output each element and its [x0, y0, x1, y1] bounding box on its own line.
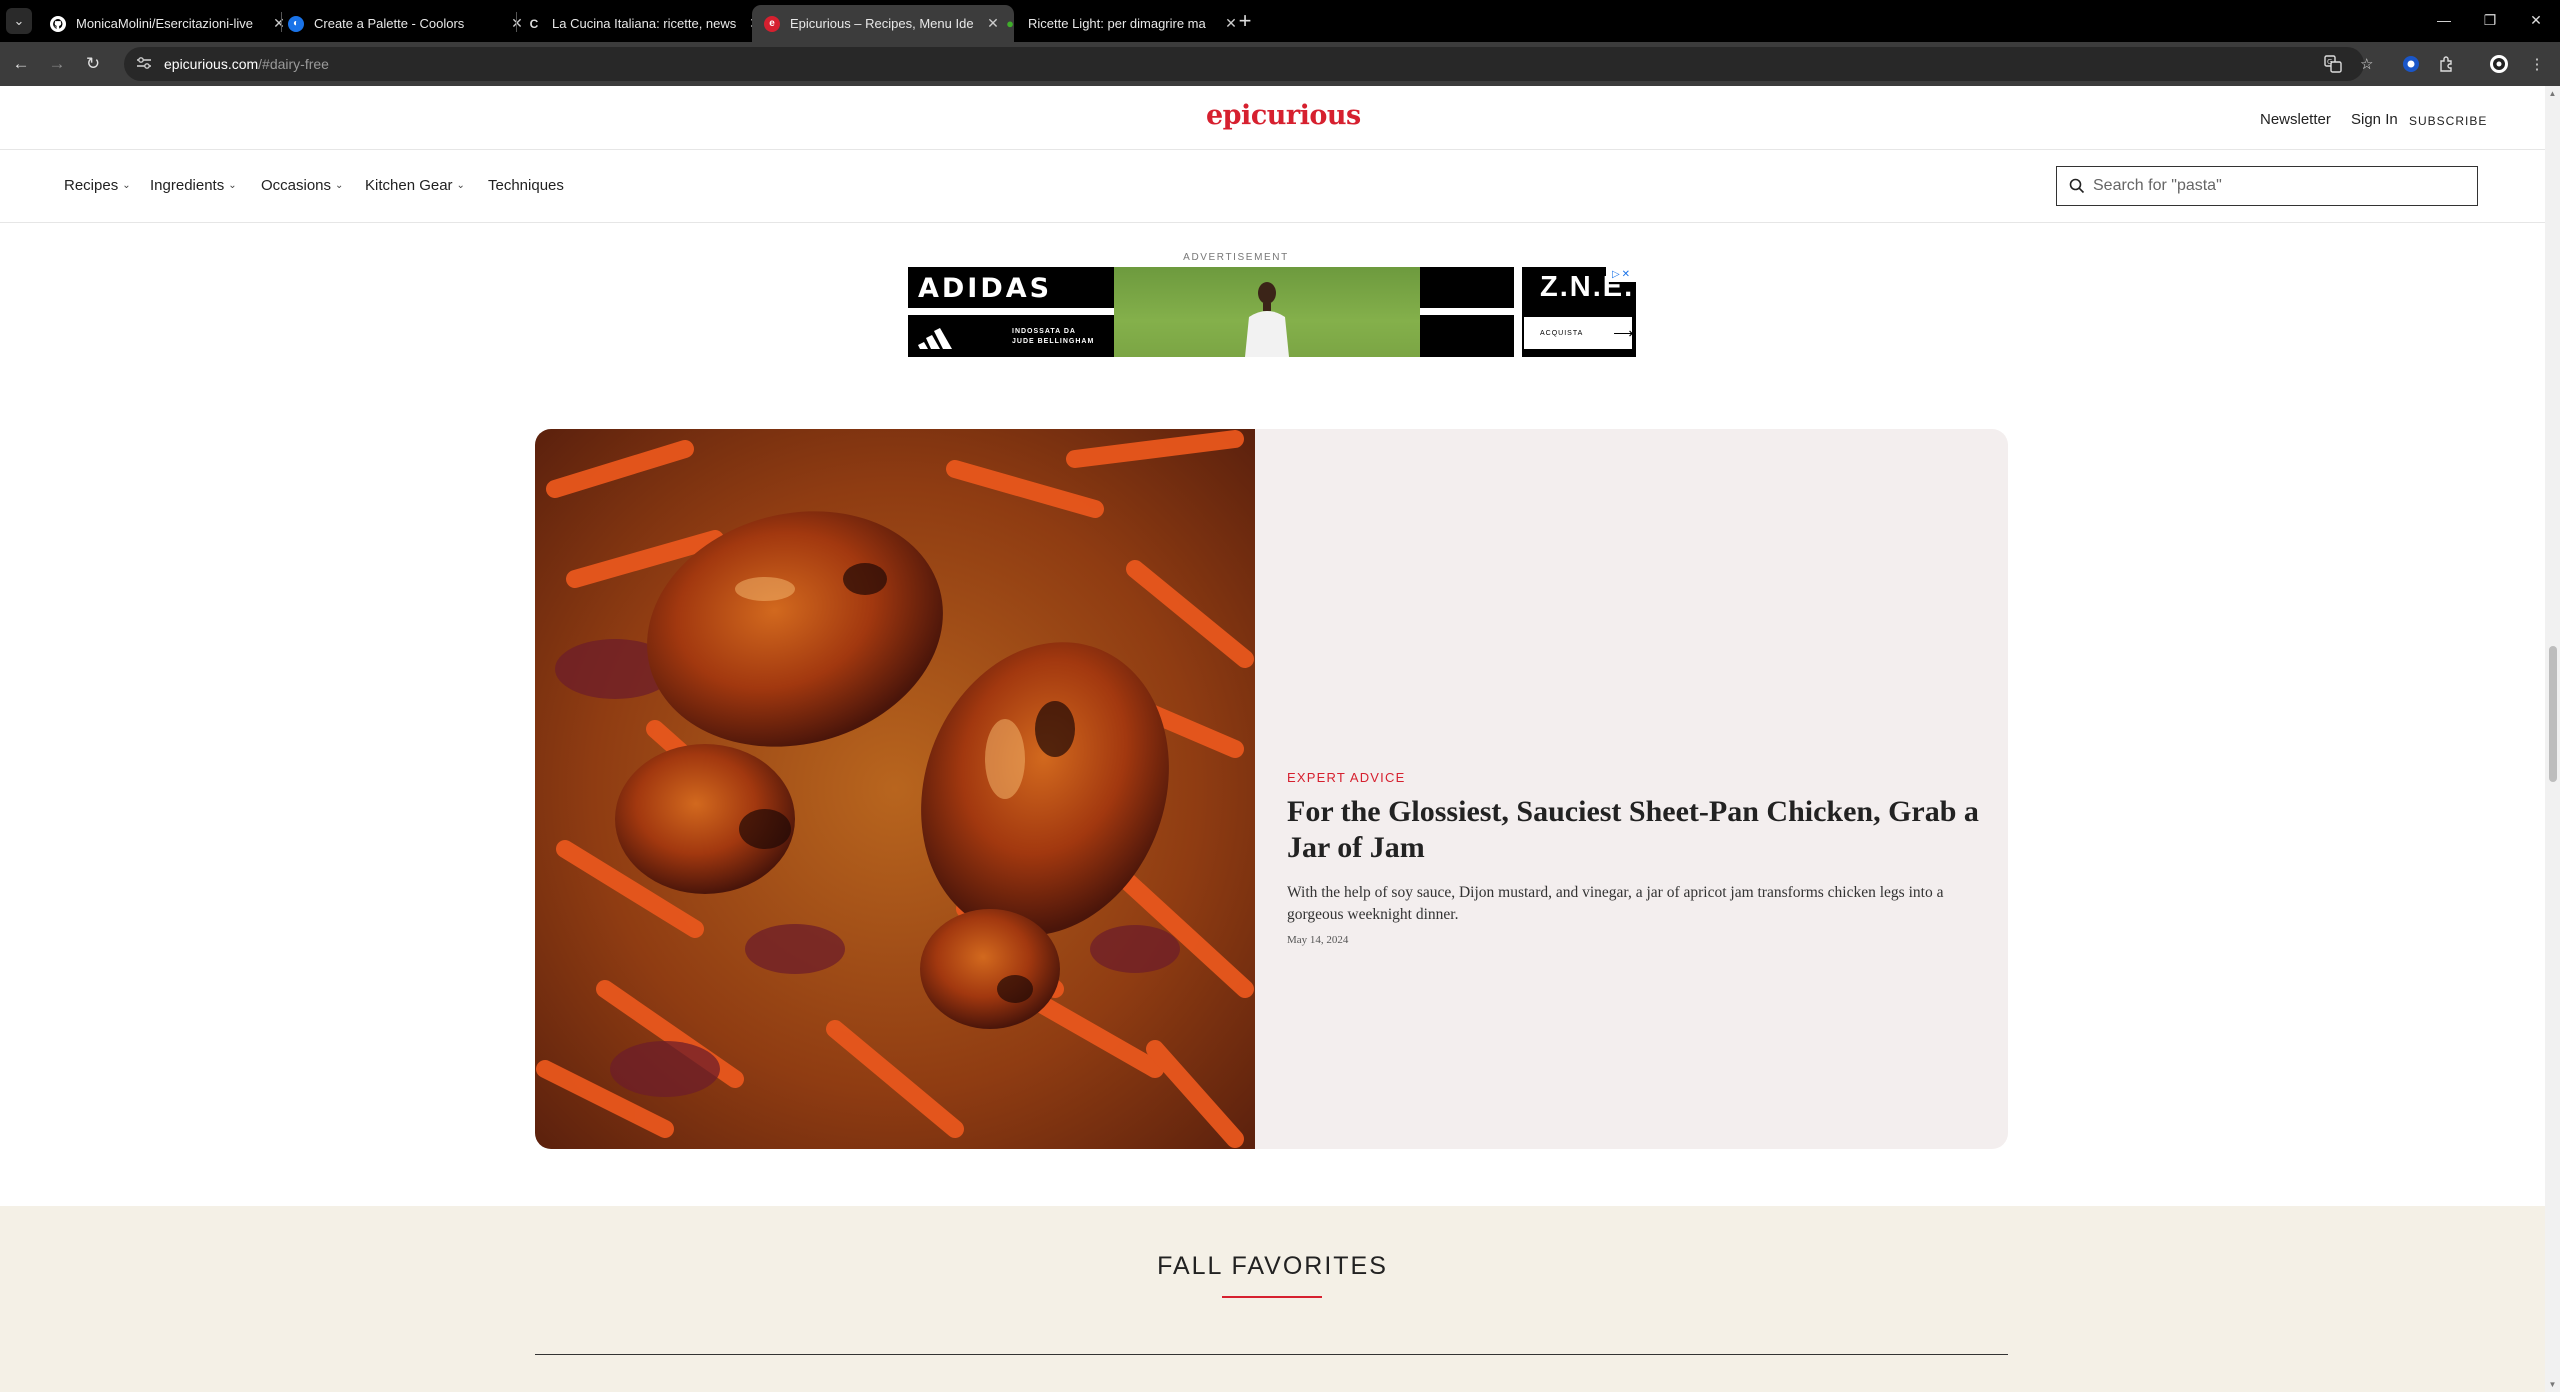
search-box[interactable]	[2056, 166, 2478, 206]
browser-tab[interactable]: ◐ Create a Palette - Coolors ✕	[276, 5, 538, 42]
article-kicker[interactable]: EXPERT ADVICE	[1287, 770, 1405, 785]
avatar[interactable]	[2486, 51, 2512, 77]
browser-tab[interactable]: MonicaMolini/Esercitazioni-live ✕	[38, 5, 300, 42]
nav-item-occasions[interactable]: Occasions ⌄	[261, 177, 343, 194]
section-title: FALL FAVORITES	[1157, 1252, 1388, 1280]
feature-article-card[interactable]: EXPERT ADVICE For the Glossiest, Saucies…	[535, 429, 2008, 1149]
bookmark-star-icon[interactable]: ☆	[2360, 47, 2373, 81]
sign-in-link[interactable]: Sign In	[2351, 111, 2398, 128]
github-icon	[50, 15, 66, 32]
tab-title: Create a Palette - Coolors	[314, 16, 465, 31]
nav-item-techniques[interactable]: Techniques	[488, 177, 564, 194]
svg-text:G: G	[2327, 58, 2332, 66]
forward-icon[interactable]: →	[44, 51, 70, 77]
page-scrollbar[interactable]: ▲ ▼	[2545, 86, 2560, 1392]
scroll-up-icon[interactable]: ▲	[2548, 89, 2557, 98]
tab-search-button[interactable]: ⌄	[6, 8, 32, 34]
url-path: /#dairy-free	[258, 56, 329, 72]
tab-title: Epicurious – Recipes, Menu Ide	[790, 16, 974, 31]
arrow-right-icon: ⟶	[1613, 324, 1635, 341]
chevron-down-icon: ⌄	[335, 180, 344, 191]
new-tab-button[interactable]: +	[1232, 8, 1258, 34]
chevron-down-icon: ⌄	[228, 180, 237, 191]
close-window-icon[interactable]: ✕	[2516, 8, 2556, 32]
translate-icon[interactable]: G	[2324, 47, 2342, 81]
browser-tab-strip: ⌄ MonicaMolini/Esercitazioni-live ✕ ◐ Cr…	[0, 0, 2560, 42]
subscribe-link[interactable]: SUBSCRIBE	[2409, 114, 2487, 128]
extensions-icon[interactable]	[2434, 51, 2460, 77]
nav-item-label: Kitchen Gear	[365, 177, 453, 194]
feature-image[interactable]	[535, 429, 1255, 1149]
nav-item-label: Ingredients	[150, 177, 225, 194]
tab-title: La Cucina Italiana: ricette, news	[552, 16, 737, 31]
newsletter-link[interactable]: Newsletter	[2260, 111, 2331, 128]
restore-icon[interactable]: ❐	[2470, 8, 2510, 32]
scrollbar-thumb[interactable]	[2549, 646, 2557, 782]
nav-item-label: Techniques	[488, 177, 564, 194]
nav-item-ingredients[interactable]: Ingredients ⌄	[150, 177, 237, 194]
fall-favorites-section: FALL FAVORITES	[0, 1206, 2545, 1392]
article-date: May 14, 2024	[1287, 934, 1349, 946]
chevron-down-icon: ⌄	[456, 180, 465, 191]
ad-label: ADVERTISEMENT	[1183, 252, 1289, 263]
search-input[interactable]	[2093, 177, 2453, 195]
profile-extension-icon[interactable]	[2398, 51, 2424, 77]
ad-banner[interactable]: ADIDAS INDOSSATA DA JUDE BELLINGHAM Z.N.…	[908, 267, 1636, 357]
browser-tab[interactable]: ● Ricette Light: per dimagrire ma ✕	[990, 5, 1252, 42]
url-host: epicurious.com	[164, 56, 259, 72]
ad-model-image	[1245, 282, 1289, 357]
minimize-icon[interactable]: —	[2424, 8, 2464, 32]
ad-photo	[1114, 267, 1420, 357]
search-icon	[2069, 178, 2085, 194]
menu-kebab-icon[interactable]: ⋮	[2524, 51, 2550, 77]
back-icon[interactable]: ←	[8, 51, 34, 77]
section-divider	[535, 1354, 2008, 1355]
reload-icon[interactable]: ↻	[80, 51, 106, 77]
ad-tagline: INDOSSATA DA JUDE BELLINGHAM	[1012, 328, 1095, 345]
lacucina-icon: C	[529, 16, 539, 31]
address-bar[interactable]: epicurious.com/#dairy-free G ☆	[124, 47, 2373, 81]
tab-title: MonicaMolini/Esercitazioni-live	[76, 16, 254, 31]
browser-tab[interactable]: C La Cucina Italiana: ricette, news ✕	[514, 5, 776, 42]
nav-item-label: Occasions	[261, 177, 332, 194]
epicurious-icon: e	[764, 15, 780, 32]
chevron-down-icon: ⌄	[122, 180, 131, 191]
ad-brand: ADIDAS	[918, 273, 1053, 304]
nav-item-kitchen-gear[interactable]: Kitchen Gear ⌄	[365, 177, 465, 194]
leaf-icon: ●	[1006, 16, 1014, 31]
site-header: epicurious Newsletter Sign In SUBSCRIBE	[0, 86, 2545, 150]
page-viewport: epicurious Newsletter Sign In SUBSCRIBE …	[0, 86, 2545, 1392]
site-info-icon[interactable]	[136, 56, 156, 73]
browser-toolbar: ← → ↻ epicurious.com/#dairy-free G ☆ ⋮	[0, 42, 2560, 86]
section-title-underline	[1222, 1296, 1322, 1298]
ad-cta-button[interactable]: ACQUISTA ⟶	[1524, 317, 1635, 349]
nav-item-label: Recipes	[64, 177, 119, 194]
article-dek: With the help of soy sauce, Dijon mustar…	[1287, 884, 1944, 923]
nav-item-recipes[interactable]: Recipes ⌄	[64, 177, 131, 194]
coolors-icon: ◐	[288, 15, 304, 32]
scroll-down-icon[interactable]: ▼	[2548, 1380, 2557, 1389]
article-headline[interactable]: For the Glossiest, Sauciest Sheet-Pan Ch…	[1287, 794, 1987, 866]
adidas-logo-icon	[918, 328, 952, 349]
browser-tab-active[interactable]: e Epicurious – Recipes, Menu Ide ✕	[752, 5, 1014, 42]
ad-choices-close-icon[interactable]: ▷ ✕	[1606, 267, 1636, 282]
site-logo[interactable]: epicurious	[1206, 100, 1361, 131]
tab-title: Ricette Light: per dimagrire ma	[1028, 16, 1206, 31]
